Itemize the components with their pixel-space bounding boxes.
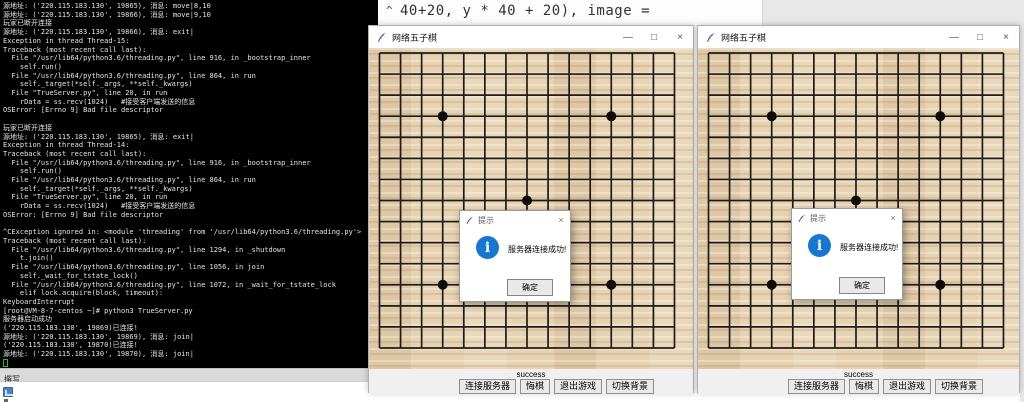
status-text: success xyxy=(698,369,1019,379)
status-bar: success 连接服务器 悔棋 退出游戏 切换背景 xyxy=(369,369,693,394)
status-text: success xyxy=(369,369,693,379)
status-bar: success 连接服务器 悔棋 退出游戏 切换背景 xyxy=(698,369,1019,394)
compose-titlebar[interactable]: 撰写 xyxy=(0,368,378,382)
window-title: 网络五子棋 xyxy=(721,31,766,44)
message-dialog: 提示 × i 服务器连接成功! 确定 xyxy=(459,210,571,302)
board-grid xyxy=(369,48,693,369)
desktop-background-edge xyxy=(1020,25,1024,402)
ok-button[interactable]: 确定 xyxy=(507,279,553,296)
tk-feather-icon xyxy=(705,32,716,43)
editor-caret: ^ xyxy=(386,4,393,17)
desktop-background xyxy=(763,0,1024,25)
dialog-title: 提示 xyxy=(810,213,826,224)
window-title: 网络五子棋 xyxy=(392,31,437,44)
close-button[interactable]: × xyxy=(993,26,1019,48)
terminal-output: 源地址: ('220.115.183.130', 19865), 消息: mov… xyxy=(0,0,378,359)
dialog-title: 提示 xyxy=(478,215,494,226)
code-editor-strip[interactable]: ^ 40+20, y * 40 + 20), image = xyxy=(378,0,763,25)
window-titlebar[interactable]: 网络五子棋 — □ × xyxy=(698,26,1019,48)
undo-move-button[interactable]: 悔棋 xyxy=(520,379,550,394)
minimize-button[interactable]: — xyxy=(615,26,641,48)
image-attachment-icon[interactable] xyxy=(3,387,13,397)
game-board[interactable]: 提示 × i 服务器连接成功! 确定 xyxy=(698,48,1019,369)
connect-server-button[interactable]: 连接服务器 xyxy=(788,379,845,394)
terminal-window[interactable]: 源地址: ('220.115.183.130', 19865), 消息: mov… xyxy=(0,0,378,368)
tk-feather-icon xyxy=(797,214,806,223)
maximize-button[interactable]: □ xyxy=(641,26,667,48)
tk-feather-icon xyxy=(465,216,474,225)
game-board[interactable]: 提示 × i 服务器连接成功! 确定 xyxy=(369,48,693,369)
window-titlebar[interactable]: 网络五子棋 — □ × xyxy=(369,26,693,48)
dialog-message: 服务器连接成功! xyxy=(840,242,898,253)
switch-background-button[interactable]: 切换背景 xyxy=(935,379,983,394)
dialog-close-icon[interactable]: × xyxy=(552,211,570,229)
close-button[interactable]: × xyxy=(667,26,693,48)
ok-button[interactable]: 确定 xyxy=(839,277,885,294)
minimize-button[interactable]: — xyxy=(941,26,967,48)
dialog-close-icon[interactable]: × xyxy=(884,209,902,227)
exit-game-button[interactable]: 退出游戏 xyxy=(554,379,602,394)
maximize-button[interactable]: □ xyxy=(967,26,993,48)
undo-move-button[interactable]: 悔棋 xyxy=(849,379,879,394)
info-icon: i xyxy=(808,234,831,257)
gomoku-window-2: 网络五子棋 — □ × 提示 × i 服务器连接成功! 确定 success xyxy=(697,25,1020,393)
gomoku-window-1: 网络五子棋 — □ × 提示 × i 服务器连接成功! 确定 success xyxy=(368,25,694,393)
tk-feather-icon xyxy=(376,32,387,43)
terminal-cursor xyxy=(3,359,8,367)
message-dialog: 提示 × i 服务器连接成功! 确定 xyxy=(791,208,903,300)
compose-body[interactable] xyxy=(0,382,378,402)
connect-server-button[interactable]: 连接服务器 xyxy=(459,379,516,394)
dialog-message: 服务器连接成功! xyxy=(508,244,566,255)
exit-game-button[interactable]: 退出游戏 xyxy=(883,379,931,394)
switch-background-button[interactable]: 切换背景 xyxy=(606,379,654,394)
info-icon: i xyxy=(476,236,499,259)
editor-code-line: 40+20, y * 40 + 20), image = xyxy=(400,3,650,19)
dialog-titlebar[interactable]: 提示 × xyxy=(460,211,570,229)
dialog-titlebar[interactable]: 提示 × xyxy=(792,209,902,227)
